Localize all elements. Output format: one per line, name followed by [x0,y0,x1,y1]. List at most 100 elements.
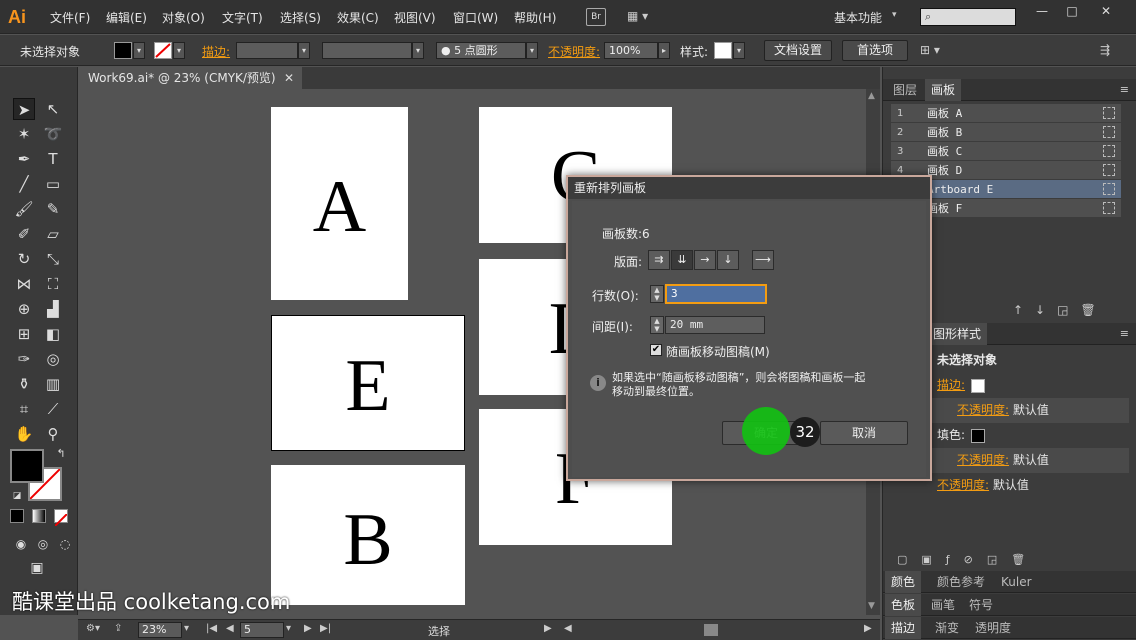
artboard-list-item[interactable]: 1 画板 A [891,104,1121,123]
scale-tool-icon[interactable]: ⤡ [42,248,64,270]
opacity-label[interactable]: 不透明度: [937,478,989,492]
artboard-e[interactable]: E [271,315,465,451]
paintbrush-tool-icon[interactable]: 🖌 [13,198,35,220]
grid-by-column-icon[interactable]: ⇊ [671,250,693,270]
menu-effect[interactable]: 效果(C) [337,9,379,26]
artboard-b[interactable]: B [271,465,465,605]
tab-kuler[interactable]: Kuler [995,571,1038,593]
tab-artboards[interactable]: 画板 [925,79,962,101]
status-menu-arrow-icon[interactable]: ▶ [544,623,552,634]
scroll-up-icon[interactable]: ▲ [868,91,875,101]
style-dropdown-icon[interactable]: ▾ [733,42,745,59]
eyedropper-tool-icon[interactable]: ✑ [13,348,35,370]
appearance-stroke-swatch[interactable] [971,378,986,393]
appearance-fill-swatch[interactable] [971,428,986,443]
zoom-tool-icon[interactable]: ⚲ [42,423,64,445]
eraser-tool-icon[interactable]: ▱ [42,223,64,245]
magic-wand-tool-icon[interactable]: ✶ [13,123,35,145]
blend-tool-icon[interactable]: ◎ [42,348,64,370]
scroll-left-icon[interactable]: ◀ [564,623,572,634]
stroke-weight-label[interactable]: 描边: [202,43,230,60]
line-tool-icon[interactable]: ╱ [13,173,35,195]
rotate-tool-icon[interactable]: ↻ [13,248,35,270]
move-artwork-label[interactable]: 随画板移动图稿(M) [666,343,770,360]
artboard-options-icon[interactable] [1103,107,1115,119]
tab-color[interactable]: 颜色 [885,571,922,593]
opacity-field[interactable]: 100% [604,42,658,59]
artboard-list-item[interactable]: 2 画板 B [891,123,1121,142]
hand-tool-icon[interactable]: ✋ [13,423,35,445]
artboard-options-icon[interactable] [1103,126,1115,138]
draw-inside-icon[interactable]: ◌ [54,533,76,555]
lasso-tool-icon[interactable]: ➰ [42,123,64,145]
direct-selection-tool-icon[interactable]: ↖ [42,98,64,120]
tab-color-guide[interactable]: 颜色参考 [931,571,991,593]
workspace-dropdown-icon[interactable]: ▾ [892,10,897,20]
appearance-stroke-label[interactable]: 描边: [937,378,965,392]
arrange-by-row-icon[interactable]: → [694,250,716,270]
draw-behind-icon[interactable]: ◎ [32,533,54,555]
scroll-down-icon[interactable]: ▼ [868,601,875,611]
align-options-icon[interactable]: ⊞ ▾ [920,43,940,57]
stroke-weight-field[interactable] [236,42,298,59]
first-artboard-icon[interactable]: |◀ [206,623,217,634]
menu-file[interactable]: 文件(F) [50,9,90,26]
slice-tool-icon[interactable]: ⟋ [42,398,64,420]
draw-normal-icon[interactable]: ◉ [10,533,32,555]
stroke-dropdown-icon[interactable]: ▾ [173,42,185,59]
pencil-tool-icon[interactable]: ✎ [42,198,64,220]
panel-menu-icon[interactable]: ⇶ [1100,43,1110,57]
swap-fill-stroke-icon[interactable]: ↰ [50,443,72,465]
width-tool-icon[interactable]: ⋈ [13,273,35,295]
layout-order-icon[interactable]: ⟶ [752,250,774,270]
mesh-tool-icon[interactable]: ⊞ [13,323,35,345]
default-fill-stroke-icon[interactable]: ◪ [6,485,28,507]
screen-mode-icon[interactable]: ▣ [26,557,48,579]
cancel-button[interactable]: 取消 [820,421,908,445]
arrange-documents-icon[interactable]: ▦ ▾ [627,9,653,25]
tab-transparency[interactable]: 透明度 [969,617,1017,639]
document-tab[interactable]: Work69.ai* @ 23% (CMYK/预览) ✕ [78,67,302,89]
zoom-field[interactable]: 23% [138,622,182,638]
artboard-options-icon[interactable] [1103,164,1115,176]
pen-tool-icon[interactable]: ✒ [13,148,35,170]
share-icon[interactable]: ⇪ [114,623,122,634]
gradient-tool-icon[interactable]: ◧ [42,323,64,345]
move-artwork-checkbox[interactable]: ✔ [650,344,662,356]
artboard-panel-actions[interactable]: ↑↓◲🗑 [1013,303,1108,317]
style-swatch[interactable] [714,42,732,59]
close-tab-icon[interactable]: ✕ [284,67,294,89]
color-mode-icon[interactable] [10,509,24,523]
appearance-panel-actions[interactable]: ▢▣ƒ⊘◲🗑 [897,553,1039,566]
artboard-a[interactable]: A [271,107,408,300]
artboard-number-field[interactable]: 5 [240,622,284,638]
horizontal-scroll-thumb[interactable] [704,624,718,636]
menu-type[interactable]: 文字(T) [222,9,263,26]
artboard-options-icon[interactable] [1103,145,1115,157]
rows-stepper[interactable]: ▲ ▼ [650,285,664,303]
panel-menu-icon[interactable]: ≡ [1120,327,1129,340]
panel-menu-icon[interactable]: ≡ [1120,83,1129,96]
last-artboard-icon[interactable]: ▶| [320,623,331,634]
opacity-label[interactable]: 不透明度: [957,403,1009,417]
brush-definition[interactable]: ● 5 点圆形 [436,42,526,59]
menu-window[interactable]: 窗口(W) [453,9,498,26]
tab-layers[interactable]: 图层 [887,79,923,101]
brush-dropdown-icon[interactable]: ▾ [526,42,538,59]
maximize-button[interactable]: □ [1060,3,1084,19]
grid-by-row-icon[interactable]: ⇉ [648,250,670,270]
menu-object[interactable]: 对象(O) [162,9,205,26]
document-setup-button[interactable]: 文档设置 [764,40,832,61]
rectangle-tool-icon[interactable]: ▭ [42,173,64,195]
artboard-dropdown-icon[interactable]: ▾ [286,623,291,634]
fill-color-box[interactable] [10,449,44,483]
artboard-options-icon[interactable] [1103,202,1115,214]
stroke-swatch[interactable] [154,42,172,59]
fill-swatch[interactable] [114,42,132,59]
blob-brush-tool-icon[interactable]: ✐ [13,223,35,245]
fill-dropdown-icon[interactable]: ▾ [133,42,145,59]
tab-symbols[interactable]: 符号 [963,594,999,616]
gradient-mode-icon[interactable] [32,509,46,523]
none-mode-icon[interactable] [54,509,68,527]
bridge-button[interactable]: Br [586,8,606,26]
